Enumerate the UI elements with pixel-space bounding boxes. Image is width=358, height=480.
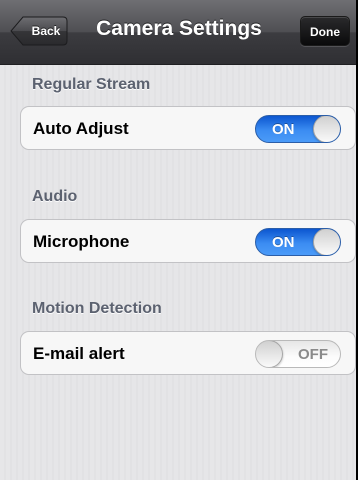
settings-row-email-alert: E-mail alert OFF — [20, 331, 356, 375]
microphone-toggle[interactable]: ON — [255, 228, 341, 256]
navigation-bar: Back Camera Settings Done — [0, 0, 358, 65]
toggle-state: ON — [272, 234, 295, 251]
section-header-motion-detection: Motion Detection — [32, 300, 162, 317]
row-label: Auto Adjust — [33, 119, 129, 138]
section-header-regular-stream: Regular Stream — [32, 76, 151, 93]
toggle-state: OFF — [298, 346, 328, 363]
toggle-knob — [313, 229, 340, 255]
toggle-state: ON — [272, 121, 295, 138]
row-label: Microphone — [33, 232, 130, 251]
section-header-audio: Audio — [32, 188, 78, 205]
settings-screen: Back Camera Settings Done Regular Stream… — [0, 0, 358, 480]
done-button[interactable]: Done — [300, 16, 350, 46]
toggle-knob — [313, 116, 340, 142]
toggle-knob — [256, 341, 283, 367]
email-alert-toggle[interactable]: OFF — [255, 340, 341, 368]
row-label: E-mail alert — [33, 344, 125, 363]
auto-adjust-toggle[interactable]: ON — [255, 115, 341, 143]
settings-row-microphone: Microphone ON — [20, 219, 356, 263]
settings-row-auto-adjust: Auto Adjust ON — [20, 106, 356, 150]
